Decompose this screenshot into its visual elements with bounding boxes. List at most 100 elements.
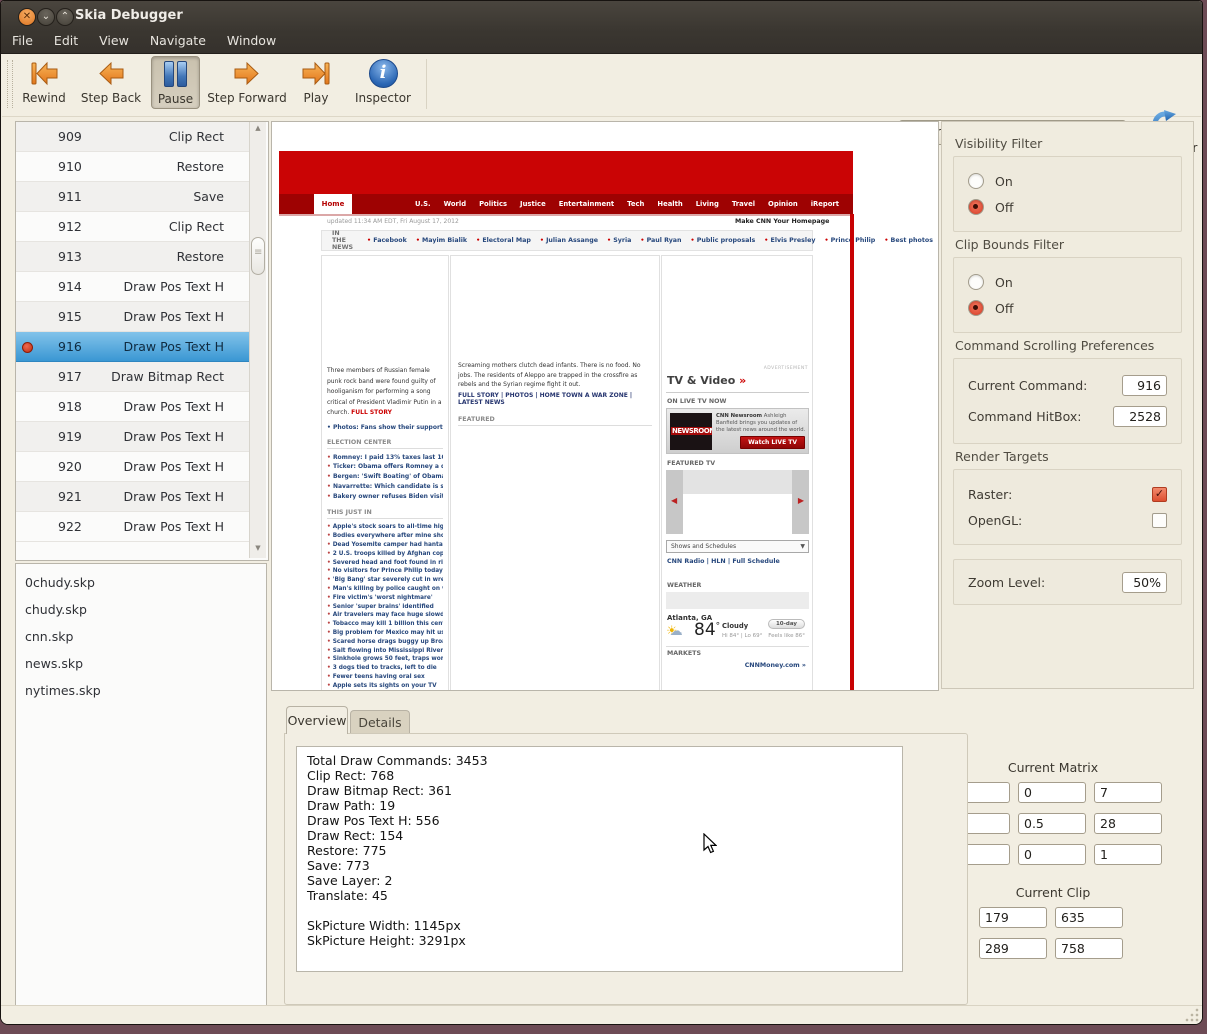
skp-file-item[interactable]: chudy.skp (16, 596, 266, 623)
scrollbar-thumb[interactable] (251, 237, 265, 275)
cnn-shows-select: Shows and Schedules▼ (666, 540, 809, 553)
command-index: 920 (58, 459, 82, 474)
command-index: 912 (58, 219, 82, 234)
visibility-on-option[interactable]: On (968, 168, 1167, 194)
cnn-election-item: Navarrette: Which candidate is scarier? (327, 482, 443, 492)
tab-overview[interactable]: Overview (286, 706, 348, 734)
skp-file-item[interactable]: 0chudy.skp (16, 569, 266, 596)
cnn-just-in-item: Bodies everywhere after mine shooting (327, 532, 443, 541)
command-row[interactable]: 918 Draw Pos Text H (16, 392, 250, 422)
rewind-button[interactable]: Rewind (14, 56, 74, 105)
command-row[interactable]: 915 Draw Pos Text H (16, 302, 250, 332)
filter-panel: Visibility Filter On Off Clip Bounds Fil… (941, 121, 1194, 689)
visibility-off-option[interactable]: Off (968, 194, 1167, 220)
opengl-checkbox[interactable] (1152, 513, 1167, 528)
cnn-nav-item: U.S. (415, 200, 431, 208)
command-row[interactable]: 919 Draw Pos Text H (16, 422, 250, 452)
cnn-feels-like: Feels like 86° (768, 633, 805, 639)
menu-item[interactable]: File (12, 30, 33, 52)
command-row[interactable]: 921 Draw Pos Text H (16, 482, 250, 512)
zoom-level-input[interactable]: 50% (1122, 572, 1167, 593)
matrix-cell-input[interactable]: 28 (1094, 813, 1162, 834)
inspector-button[interactable]: i Inspector (349, 56, 417, 105)
step-back-button[interactable]: Step Back (78, 56, 144, 105)
menu-item[interactable]: Navigate (150, 30, 206, 52)
command-name: Draw Pos Text H (123, 399, 224, 414)
cnn-homepage-link: Make CNN Your Homepage (735, 218, 829, 225)
cnn-news-link: Electoral Map (476, 237, 531, 244)
current-clip-grid: 179 635 289 758 (979, 907, 1123, 959)
command-row[interactable]: 920 Draw Pos Text H (16, 452, 250, 482)
toolbar: Rewind Step Back Pause Step Forward (2, 54, 1201, 117)
menu-item[interactable]: Edit (54, 30, 78, 52)
command-name: Draw Pos Text H (123, 309, 224, 324)
command-row[interactable]: 911 Save (16, 182, 250, 212)
scroll-down-icon[interactable]: ▼ (250, 544, 266, 556)
skp-file-item[interactable]: nytimes.skp (16, 677, 266, 704)
cnn-nav-item: Justice (520, 200, 546, 208)
clip-bounds-on-option[interactable]: On (968, 269, 1167, 295)
status-bar (1, 1005, 1202, 1024)
command-name: Draw Pos Text H (123, 339, 224, 354)
window-maximize-button[interactable]: ⌃ (56, 8, 74, 26)
cnn-tv-carousel: ◀ ▶ (666, 470, 809, 534)
render-canvas[interactable]: U.S.WorldPoliticsJusticeEntertainmentTec… (271, 121, 939, 691)
skp-file-item[interactable]: cnn.skp (16, 623, 266, 650)
pause-icon (152, 57, 199, 91)
clip-cell-input[interactable]: 179 (979, 907, 1047, 928)
command-row[interactable]: 914 Draw Pos Text H (16, 272, 250, 302)
skp-file-item[interactable]: news.skp (16, 650, 266, 677)
cnn-watch-live-button: Watch LIVE TV (740, 436, 805, 449)
matrix-cell-input[interactable]: 0 (1018, 844, 1086, 865)
radio-selected-icon[interactable] (968, 199, 984, 215)
command-list-scrollbar[interactable]: ▲ ▼ (250, 122, 266, 558)
radio-icon[interactable] (968, 173, 984, 189)
command-row[interactable]: 910 Restore (16, 152, 250, 182)
matrix-cell-input[interactable]: 7 (1094, 782, 1162, 803)
menu-item[interactable]: View (99, 30, 129, 52)
menu-item[interactable]: Window (227, 30, 276, 52)
cnn-header-banner (279, 151, 853, 194)
cnn-nav-item: Entertainment (559, 200, 614, 208)
overview-line: Draw Bitmap Rect: 361 (307, 783, 892, 798)
step-forward-button[interactable]: Step Forward (202, 56, 292, 105)
command-row[interactable]: 916 Draw Pos Text H (16, 332, 250, 362)
overview-line: Save: 773 (307, 858, 892, 873)
matrix-cell-input[interactable]: 1 (1094, 844, 1162, 865)
current-matrix-grid: 0.50700.528001 (942, 782, 1162, 865)
visibility-filter-title: Visibility Filter (955, 136, 1182, 151)
command-row[interactable]: 912 Clip Rect (16, 212, 250, 242)
clip-cell-input[interactable]: 635 (1055, 907, 1123, 928)
play-button[interactable]: Play (292, 56, 340, 105)
command-index: 914 (58, 279, 82, 294)
radio-selected-icon[interactable] (968, 300, 984, 316)
command-row[interactable]: 922 Draw Pos Text H (16, 512, 250, 542)
current-command-input[interactable]: 916 (1122, 375, 1167, 396)
cnn-just-in-item: Severed head and foot found in river (327, 559, 443, 568)
command-row[interactable]: 909 Clip Rect (16, 122, 250, 152)
matrix-cell-input[interactable]: 0 (1018, 782, 1086, 803)
matrix-cell-input[interactable]: 0.5 (1018, 813, 1086, 834)
command-name: Draw Bitmap Rect (111, 369, 224, 384)
cnn-news-link: Paul Ryan (640, 237, 681, 244)
tab-details[interactable]: Details (350, 710, 410, 734)
command-row[interactable]: 913 Restore (16, 242, 250, 272)
scroll-up-icon[interactable]: ▲ (250, 124, 266, 136)
window-minimize-button[interactable]: ⌄ (37, 8, 55, 26)
clip-cell-input[interactable]: 289 (979, 938, 1047, 959)
command-index: 911 (58, 189, 82, 204)
pause-button[interactable]: Pause (151, 56, 200, 109)
command-row[interactable]: 917 Draw Bitmap Rect (16, 362, 250, 392)
cnn-featured-header: FEATURED (458, 416, 652, 426)
overview-textbox[interactable]: Total Draw Commands: 3453Clip Rect: 768D… (296, 746, 903, 972)
toolbar-drag-handle[interactable] (7, 60, 13, 108)
overview-line: Draw Path: 19 (307, 798, 892, 813)
command-hitbox-input[interactable]: 2528 (1113, 406, 1167, 427)
raster-checkbox[interactable]: ✓ (1152, 487, 1167, 502)
clip-bounds-off-option[interactable]: Off (968, 295, 1167, 321)
cnn-weather-searchbox (666, 592, 809, 609)
resize-grip[interactable] (1185, 1008, 1199, 1022)
window-close-button[interactable]: ✕ (18, 8, 36, 26)
clip-cell-input[interactable]: 758 (1055, 938, 1123, 959)
radio-icon[interactable] (968, 274, 984, 290)
